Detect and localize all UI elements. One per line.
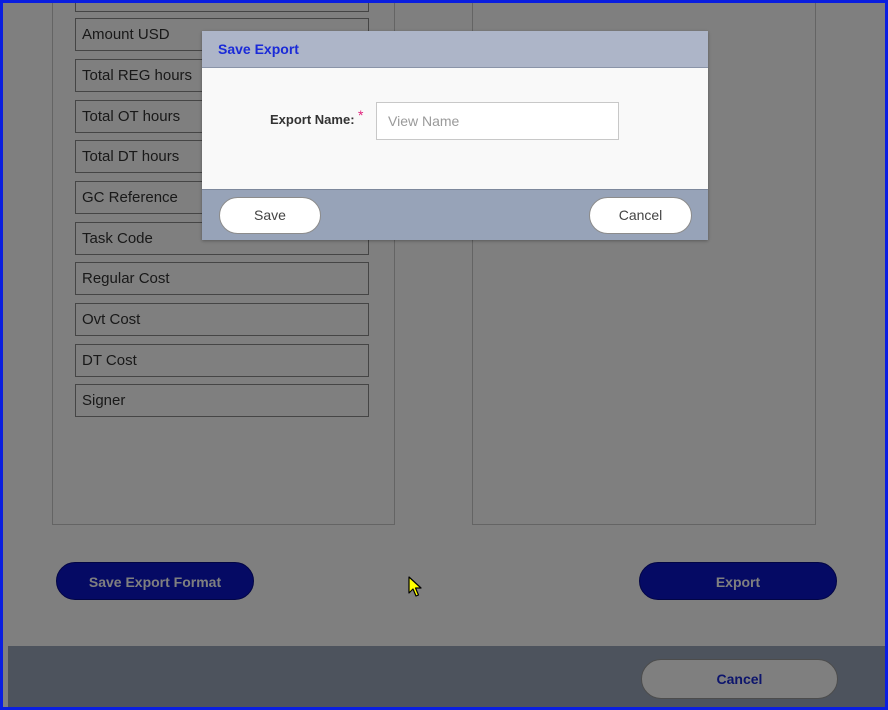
dialog-header: Save Export: [202, 31, 708, 68]
dialog-title: Save Export: [218, 41, 299, 57]
export-name-input[interactable]: [376, 102, 619, 140]
save-export-dialog: Save Export Export Name: * Save Cancel: [202, 31, 708, 240]
save-button[interactable]: Save: [219, 197, 321, 234]
export-name-label: Export Name:: [270, 112, 355, 127]
required-marker: *: [358, 107, 364, 123]
cancel-button[interactable]: Cancel: [589, 197, 692, 234]
mouse-cursor-icon: [408, 576, 422, 597]
